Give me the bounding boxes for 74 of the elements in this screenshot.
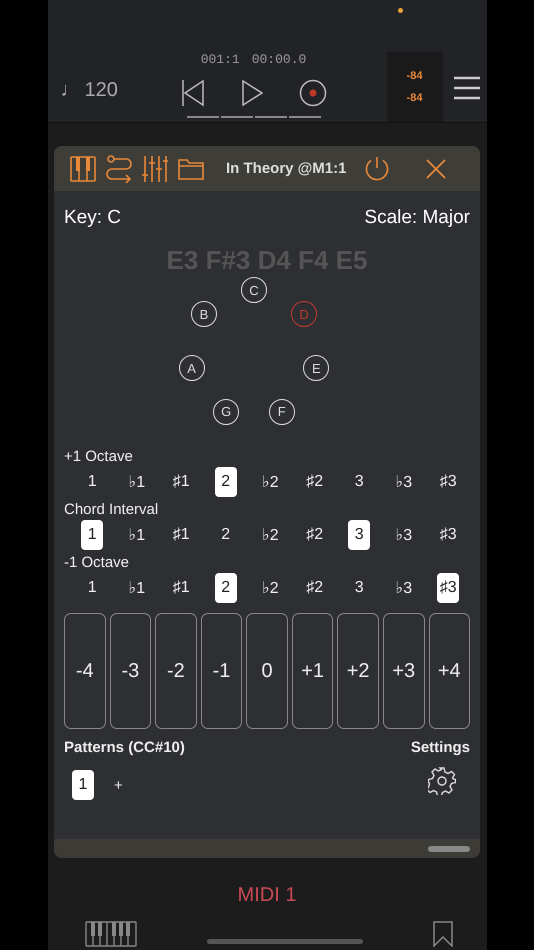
mixer-icon[interactable] xyxy=(142,154,168,182)
note-symbol: ♩ xyxy=(60,78,80,102)
close-icon[interactable] xyxy=(426,158,446,178)
time-display: 00:00.0 xyxy=(252,52,306,67)
settings-label: Settings xyxy=(410,739,470,756)
interval-option[interactable]: 1 xyxy=(81,520,104,550)
note-circle[interactable]: B xyxy=(190,301,217,328)
note-circle[interactable]: A xyxy=(178,355,205,382)
interval-option[interactable]: ♯3 xyxy=(437,520,460,550)
interval-option[interactable]: ♯1 xyxy=(170,467,192,497)
plugin-title: In Theory @M1:1 xyxy=(226,160,346,177)
key-label[interactable]: Key: C xyxy=(64,207,122,229)
interval-option[interactable]: ♯1 xyxy=(170,573,192,603)
pitch-pad[interactable]: -4 xyxy=(64,613,106,729)
pitch-pad[interactable]: -2 xyxy=(155,613,197,729)
power-icon[interactable] xyxy=(364,156,390,182)
interval-option[interactable]: 2 xyxy=(214,573,237,603)
interval-option[interactable]: ♭2 xyxy=(259,520,282,550)
interval-option[interactable]: 1 xyxy=(81,467,104,497)
note-circle[interactable]: E xyxy=(303,355,330,382)
drag-handle[interactable] xyxy=(428,846,470,852)
interval-option[interactable]: 2 xyxy=(214,520,237,550)
interval-option[interactable]: ♭3 xyxy=(392,573,415,603)
row-label: Chord Interval xyxy=(64,501,160,518)
note-circle[interactable]: F xyxy=(268,398,295,425)
settings-icon[interactable] xyxy=(428,767,456,795)
interval-option[interactable]: ♯2 xyxy=(304,467,326,497)
add-pattern-button[interactable]: + xyxy=(114,776,123,794)
interval-option[interactable]: 3 xyxy=(348,520,370,550)
pitch-pad[interactable]: +1 xyxy=(292,613,334,729)
meter-reading: -84 xyxy=(406,92,422,104)
interval-option[interactable]: 2 xyxy=(214,467,237,497)
row-label: +1 Octave xyxy=(64,448,134,465)
interval-option[interactable]: ♯3 xyxy=(437,573,460,603)
note-circle[interactable]: C xyxy=(241,277,267,303)
keyboard-icon[interactable] xyxy=(84,921,136,947)
rewind-icon[interactable] xyxy=(180,79,204,107)
bar-position: 001:1 xyxy=(200,52,240,67)
routing-icon[interactable] xyxy=(106,154,132,182)
interval-option[interactable]: ♭3 xyxy=(392,520,415,550)
tempo-value[interactable]: 120 xyxy=(84,78,118,102)
interval-option[interactable]: 3 xyxy=(348,573,370,603)
folder-icon[interactable] xyxy=(178,158,204,180)
interval-option[interactable]: ♭1 xyxy=(126,520,148,550)
pattern-button[interactable]: 1 xyxy=(72,770,94,800)
pitch-pad[interactable]: +2 xyxy=(337,613,379,729)
scale-label[interactable]: Scale: Major xyxy=(364,207,470,229)
note-circle[interactable]: G xyxy=(213,398,240,425)
pitch-pad[interactable]: +3 xyxy=(382,613,424,729)
interval-option[interactable]: ♭3 xyxy=(392,467,415,497)
row-label: -1 Octave xyxy=(64,554,130,571)
interval-option[interactable]: ♭1 xyxy=(126,467,148,497)
interval-option[interactable]: ♯2 xyxy=(304,520,326,550)
piano-icon[interactable] xyxy=(70,156,96,182)
track-name[interactable]: MIDI 1 xyxy=(238,884,296,907)
interval-option[interactable]: 3 xyxy=(348,467,370,497)
interval-option[interactable]: ♭2 xyxy=(259,467,282,497)
status-dot xyxy=(398,8,402,13)
pitch-pad[interactable]: 0 xyxy=(246,613,288,729)
play-icon[interactable] xyxy=(240,79,262,107)
pitch-pad[interactable]: +4 xyxy=(428,613,470,729)
meter-reading: -84 xyxy=(406,70,422,82)
interval-option[interactable]: 1 xyxy=(81,573,104,603)
interval-option[interactable]: ♯2 xyxy=(304,573,326,603)
interval-option[interactable]: ♭1 xyxy=(126,573,148,603)
menu-icon[interactable] xyxy=(452,76,480,100)
patterns-label: Patterns (CC#10) xyxy=(64,739,185,756)
interval-option[interactable]: ♭2 xyxy=(259,573,282,603)
pitch-pad[interactable]: -3 xyxy=(110,613,152,729)
bookmark-icon[interactable] xyxy=(432,921,452,947)
pitch-pad[interactable]: -1 xyxy=(200,613,242,729)
interval-option[interactable]: ♯1 xyxy=(170,520,192,550)
interval-option[interactable]: ♯3 xyxy=(437,467,460,497)
record-icon[interactable] xyxy=(298,79,326,107)
